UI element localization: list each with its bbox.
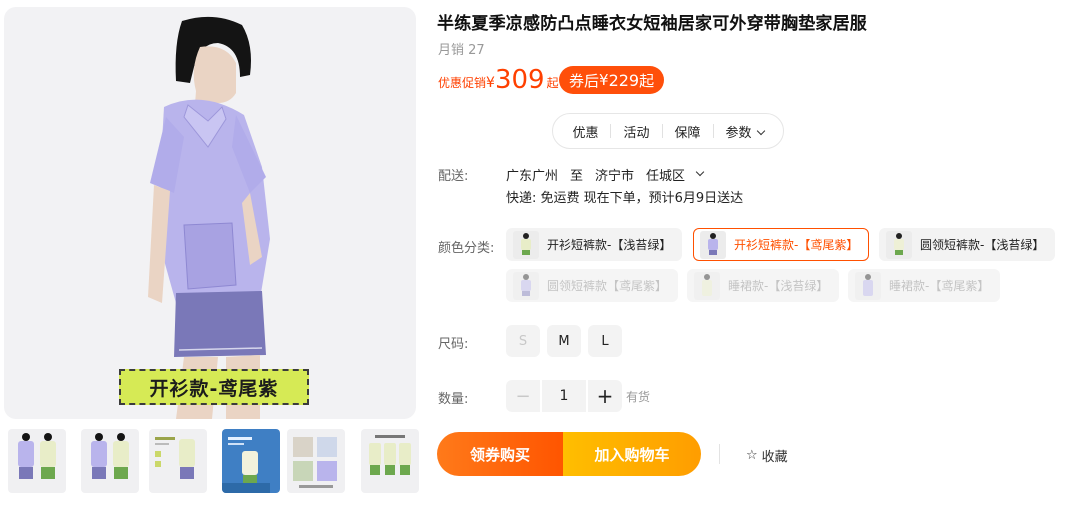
tab-params-label: 参数 [725, 125, 752, 141]
currency-symbol: ¥ [486, 75, 495, 91]
price-row: 优惠促销 ¥ 309 起 [438, 63, 559, 95]
sku-thumbnail [694, 271, 720, 300]
color-label: 颜色分类: [438, 241, 495, 256]
tab-params[interactable]: 参数 [714, 122, 776, 141]
coupon-currency: ¥ [599, 71, 609, 89]
color-option-2[interactable]: 开衫短裤款-【鸢尾紫】 [693, 228, 870, 261]
star-icon: ☆ [746, 448, 758, 463]
coupon-price-badge[interactable]: 券后 ¥ 229 起 [559, 66, 665, 94]
price-amount: 309 [494, 65, 545, 95]
product-title: 半练夏季凉感防凸点睡衣女短袖居家可外穿带胸垫家居服 [437, 14, 867, 34]
shipping-label: 配送: [438, 169, 469, 184]
tab-discount[interactable]: 优惠 [560, 122, 610, 141]
color-option-6[interactable]: 睡裙款-【鸢尾紫】 [848, 269, 1001, 302]
color-option-label: 圆领短裤款【鸢尾紫】 [547, 279, 668, 293]
model-illustration [148, 16, 270, 419]
stock-status: 有货 [626, 390, 651, 404]
size-option-m[interactable]: M [547, 325, 581, 357]
thumbnail-1[interactable] [8, 429, 66, 493]
tab-activity[interactable]: 活动 [611, 122, 661, 141]
image-caption-banner: 开衫款-鸢尾紫 [119, 369, 309, 405]
quantity-label: 数量: [438, 392, 469, 407]
color-option-label: 圆领短裤款-【浅苔绿】 [920, 238, 1045, 252]
main-product-image[interactable]: 开衫款-鸢尾紫 [4, 7, 416, 419]
color-option-label: 睡裙款-【鸢尾紫】 [889, 279, 990, 293]
divider [719, 444, 720, 464]
thumbnail-strip [4, 429, 419, 495]
thumbnail-6[interactable] [361, 429, 419, 493]
tab-guarantee[interactable]: 保障 [663, 122, 713, 141]
coupon-price: 229 [608, 70, 640, 90]
chevron-down-icon[interactable] [695, 167, 705, 176]
chevron-down-icon [756, 126, 765, 135]
sku-thumbnail [700, 230, 726, 259]
sku-thumbnail [886, 230, 912, 259]
size-option-l[interactable]: L [588, 325, 622, 357]
buy-with-coupon-button[interactable]: 领券购买 [437, 432, 563, 476]
color-option-3[interactable]: 圆领短裤款-【浅苔绿】 [879, 228, 1056, 261]
ship-from: 广东广州 [506, 169, 559, 184]
ship-to-word: 至 [570, 169, 584, 184]
color-option-4[interactable]: 圆领短裤款【鸢尾紫】 [506, 269, 679, 302]
promo-label: 优惠促销 [438, 76, 487, 90]
add-to-cart-button[interactable]: 加入购物车 [563, 432, 701, 476]
favorite-label: 收藏 [761, 450, 788, 465]
monthly-sales: 月销 27 [438, 43, 485, 58]
quantity-increase-button[interactable]: + [588, 380, 622, 412]
size-label: 尺码: [438, 337, 469, 352]
favorite-button[interactable]: ☆ 收藏 [746, 446, 788, 465]
thumbnail-4[interactable] [222, 429, 280, 493]
shipping-detail: 快递: 免运费 现在下单，预计6月9日送达 [506, 191, 744, 206]
ship-district[interactable]: 任城区 [646, 165, 685, 184]
price-suffix: 起 [546, 76, 559, 90]
thumbnail-5[interactable] [287, 429, 345, 493]
color-option-label: 睡裙款-【浅苔绿】 [728, 279, 829, 293]
sku-thumbnail [513, 271, 539, 300]
color-option-label: 开衫短裤款-【浅苔绿】 [547, 238, 672, 252]
color-option-1[interactable]: 开衫短裤款-【浅苔绿】 [506, 228, 683, 261]
color-option-label: 开衫短裤款-【鸢尾紫】 [734, 238, 859, 252]
sku-thumbnail [513, 230, 539, 259]
thumbnail-2[interactable] [81, 429, 139, 493]
quantity-input[interactable] [542, 380, 586, 412]
sku-thumbnail [855, 271, 881, 300]
info-tabs: 优惠 活动 保障 参数 [552, 113, 784, 149]
quantity-decrease-button[interactable]: − [506, 380, 540, 412]
size-option-s[interactable]: S [506, 325, 540, 357]
coupon-label: 券后 [569, 71, 600, 90]
coupon-suffix: 起 [639, 71, 655, 90]
color-option-5[interactable]: 睡裙款-【浅苔绿】 [687, 269, 840, 302]
thumbnail-3[interactable] [149, 429, 207, 493]
shipping-route: 广东广州 至 济宁市 任城区 [506, 165, 715, 184]
ship-city[interactable]: 济宁市 [595, 165, 634, 184]
